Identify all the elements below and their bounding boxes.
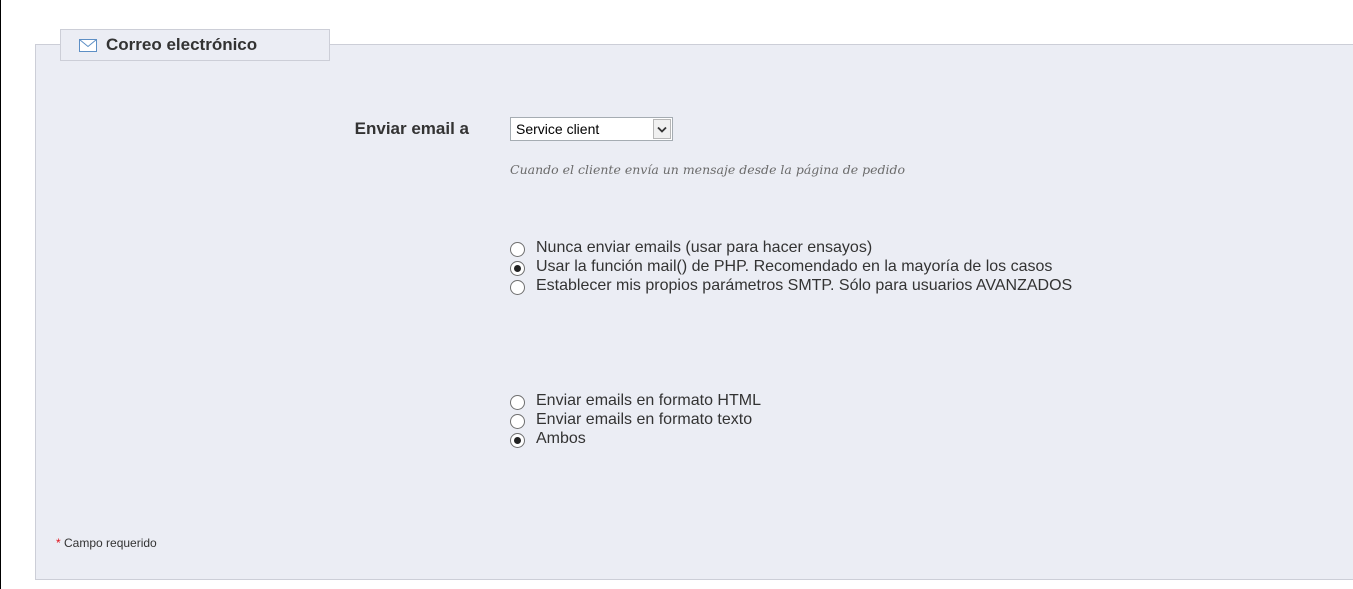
chevron-down-icon[interactable]	[653, 119, 671, 139]
email-settings-panel	[35, 44, 1353, 580]
mail-method-group: Nunca enviar emails (usar para hacer ens…	[510, 238, 1072, 295]
radio-button[interactable]	[510, 242, 525, 257]
radio-label: Usar la función mail() de PHP. Recomenda…	[536, 257, 1053, 275]
radio-button[interactable]	[510, 414, 525, 429]
section-legend: Correo electrónico	[60, 29, 330, 61]
mail-format-group: Enviar emails en formato HTML Enviar ema…	[510, 391, 761, 448]
radio-label: Enviar emails en formato HTML	[536, 391, 761, 409]
radio-button[interactable]	[510, 395, 525, 410]
required-text: Campo requerido	[64, 536, 157, 550]
radio-label: Ambos	[536, 429, 586, 447]
mail-method-option[interactable]: Usar la función mail() de PHP. Recomenda…	[510, 257, 1072, 276]
envelope-icon	[79, 38, 97, 52]
window-edge	[0, 0, 1, 589]
radio-button[interactable]	[510, 280, 525, 295]
send-email-to-select[interactable]: Service client	[510, 117, 673, 141]
mail-format-option[interactable]: Enviar emails en formato texto	[510, 410, 761, 429]
radio-selected-dot	[514, 265, 521, 272]
send-email-to-label: Enviar email a	[354, 119, 469, 138]
mail-method-option[interactable]: Nunca enviar emails (usar para hacer ens…	[510, 238, 1072, 257]
section-title: Correo electrónico	[106, 35, 258, 54]
required-star: *	[56, 536, 61, 550]
send-email-to-hint: Cuando el cliente envía un mensaje desde…	[510, 162, 906, 177]
radio-button[interactable]	[510, 433, 525, 448]
send-email-to-value: Service client	[516, 121, 600, 137]
radio-selected-dot	[514, 437, 521, 444]
required-field-note: * Campo requerido	[56, 536, 157, 550]
mail-method-option[interactable]: Establecer mis propios parámetros SMTP. …	[510, 276, 1072, 295]
radio-label: Establecer mis propios parámetros SMTP. …	[536, 276, 1073, 294]
radio-label: Nunca enviar emails (usar para hacer ens…	[536, 238, 873, 256]
mail-format-option[interactable]: Ambos	[510, 429, 761, 448]
mail-format-option[interactable]: Enviar emails en formato HTML	[510, 391, 761, 410]
radio-label: Enviar emails en formato texto	[536, 410, 753, 428]
radio-button[interactable]	[510, 261, 525, 276]
